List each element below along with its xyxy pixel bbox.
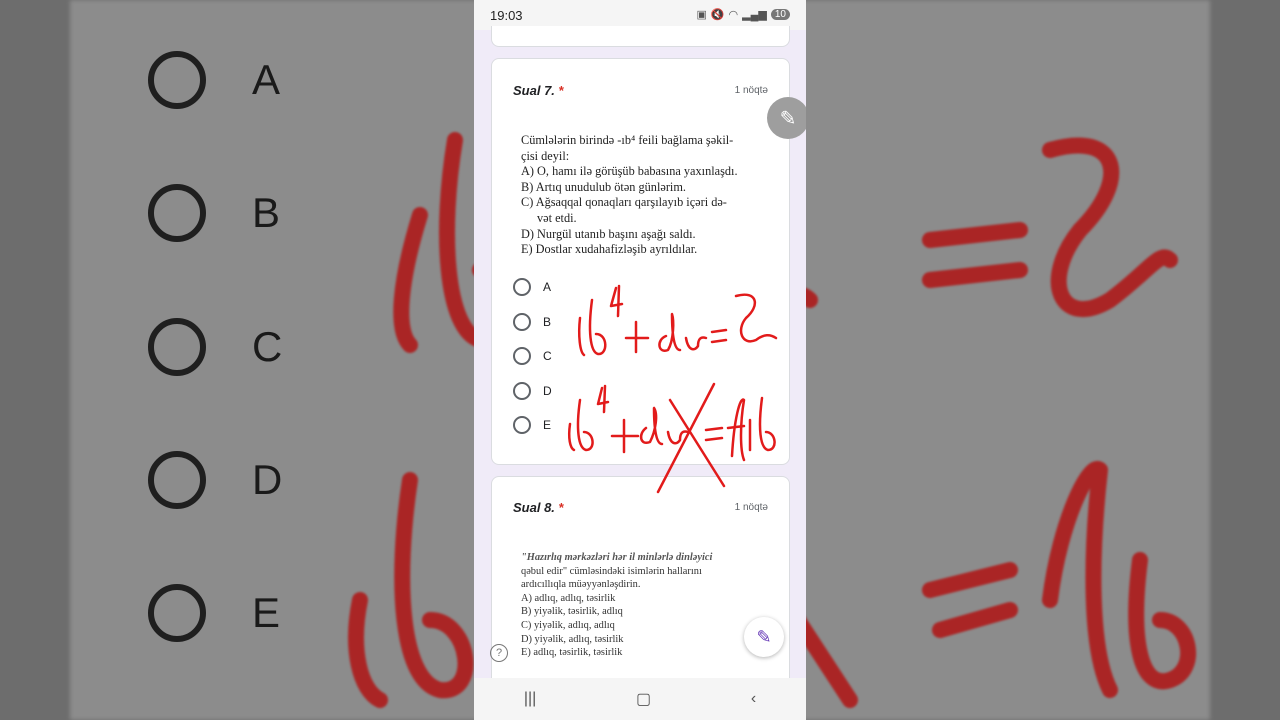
question-points: 1 nöqtə bbox=[734, 85, 768, 96]
question-line: Cümlələrin birində -ıb⁴ feili bağlama şə… bbox=[521, 133, 734, 147]
question-line: E) adlıq, təsirlik, təsirlik bbox=[521, 647, 623, 659]
option-c[interactable]: C bbox=[513, 345, 552, 367]
wifi-icon: ◠ bbox=[728, 9, 739, 21]
cast-icon: ▣ bbox=[696, 9, 707, 21]
status-icons: ▣ 🔇 ◠ ▂▄▆ 10 bbox=[696, 8, 790, 21]
question-image: "Hazırlıq mərkəzləri hər il minlərlə din… bbox=[521, 551, 771, 660]
radio-icon[interactable] bbox=[513, 347, 531, 365]
edit-pen-button[interactable]: ✎ bbox=[767, 97, 806, 139]
question-points: 1 nöqtə bbox=[734, 502, 768, 513]
option-label: C bbox=[543, 349, 552, 363]
question-line: ardıcıllıqla müəyyənləşdirin. bbox=[521, 579, 641, 591]
question-line: D) Nurgül utanıb başını aşağı saldı. bbox=[521, 226, 696, 241]
nav-bar: ||| ▢ ‹ bbox=[474, 678, 806, 720]
battery-icon: 10 bbox=[770, 9, 790, 20]
recent-apps-icon[interactable]: ||| bbox=[524, 690, 536, 708]
option-label: E bbox=[543, 418, 552, 432]
question-line: B) yiyəlik, təsirlik, adlıq bbox=[521, 606, 623, 618]
question-line: C) yiyəlik, adlıq, adlıq bbox=[521, 619, 615, 631]
required-mark: * bbox=[558, 83, 564, 98]
phone-screen: 19:03 ▣ 🔇 ◠ ▂▄▆ 10 Sual 7. * 1 nöqtə Cüml… bbox=[474, 0, 806, 720]
option-label: A bbox=[543, 280, 552, 294]
question-line: B) Artıq unudulub ötən günlərim. bbox=[521, 179, 686, 194]
option-e[interactable]: E bbox=[513, 414, 551, 436]
status-time: 19:03 bbox=[490, 8, 523, 23]
pencil-icon: ✎ bbox=[779, 107, 797, 130]
option-a[interactable]: A bbox=[513, 276, 551, 298]
option-label: B bbox=[543, 315, 552, 329]
required-mark: * bbox=[558, 500, 564, 515]
question-line: A) adlıq, adlıq, təsirlik bbox=[521, 592, 616, 604]
question-card-7: Sual 7. * 1 nöqtə Cümlələrin birində -ıb⁴… bbox=[491, 58, 790, 465]
signal-icon: ▂▄▆ bbox=[742, 9, 767, 21]
radio-icon[interactable] bbox=[513, 313, 531, 331]
back-icon[interactable]: ‹ bbox=[751, 690, 756, 708]
mute-icon: 🔇 bbox=[710, 9, 725, 21]
help-icon[interactable]: ? bbox=[490, 644, 508, 662]
question-line: E) Dostlar xudahafizləşib ayrıldılar. bbox=[521, 242, 698, 257]
radio-icon[interactable] bbox=[513, 382, 531, 400]
pencil-icon: ✎ bbox=[756, 626, 772, 647]
radio-icon[interactable] bbox=[513, 278, 531, 296]
option-d[interactable]: D bbox=[513, 380, 552, 402]
question-line: qəbul edir" cümləsindəki isimlərin halla… bbox=[521, 565, 702, 577]
radio-icon[interactable] bbox=[513, 416, 531, 434]
question-card-8: Sual 8. * 1 nöqtə "Hazırlıq mərkəzləri hə… bbox=[491, 476, 790, 698]
draw-pen-button[interactable]: ✎ bbox=[744, 617, 784, 657]
question-title: Sual 8. * bbox=[513, 500, 564, 515]
home-icon[interactable]: ▢ bbox=[636, 689, 651, 709]
question-line: "Hazırlıq mərkəzləri hər il minlərlə din… bbox=[521, 552, 713, 563]
question-line: D) yiyəlik, adlıq, təsirlik bbox=[521, 633, 624, 645]
option-b[interactable]: B bbox=[513, 311, 551, 333]
question-image: Cümlələrin birində -ıb⁴ feili bağlama şə… bbox=[521, 133, 771, 258]
question-line: C) Ağsaqqal qonaqları qarşılayıb içəri d… bbox=[521, 195, 727, 210]
previous-question-card bbox=[491, 26, 790, 47]
option-label: D bbox=[543, 384, 552, 398]
question-line: vət etdi. bbox=[537, 210, 577, 225]
question-line: A) O, hamı ilə görüşüb babasına yaxınlaş… bbox=[521, 164, 738, 179]
question-line: çisi deyil: bbox=[521, 148, 570, 163]
question-title: Sual 7. * bbox=[513, 83, 564, 98]
